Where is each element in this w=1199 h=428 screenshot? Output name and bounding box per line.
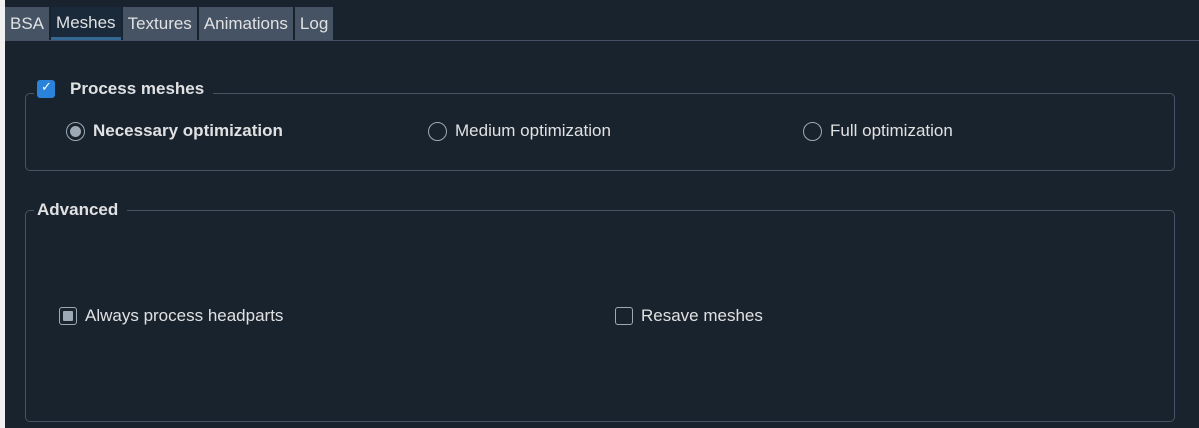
- process-meshes-group: Necessary optimization Medium optimizati…: [25, 93, 1175, 171]
- meshes-tab-pane: Necessary optimization Medium optimizati…: [5, 40, 1199, 428]
- radio-indicator: [428, 121, 447, 141]
- process-meshes-checkbox[interactable]: Process meshes: [34, 78, 214, 100]
- radio-indicator: [803, 121, 822, 141]
- tab-textures[interactable]: Textures: [122, 7, 197, 40]
- process-meshes-check-indicator: [37, 79, 55, 98]
- medium-optimization-radio[interactable]: Medium optimization: [428, 121, 611, 141]
- process-meshes-label: Process meshes: [70, 79, 205, 98]
- always-process-headparts-checkbox[interactable]: Always process headparts: [59, 306, 283, 326]
- necessary-optimization-radio[interactable]: Necessary optimization: [66, 121, 283, 141]
- tab-animations[interactable]: Animations: [198, 7, 293, 40]
- tab-bsa[interactable]: BSA: [5, 7, 50, 40]
- headparts-check-indicator: [59, 307, 77, 325]
- advanced-group: Always process headparts Resave meshes: [25, 210, 1175, 422]
- advanced-group-title: Advanced: [34, 199, 128, 221]
- resave-meshes-checkbox[interactable]: Resave meshes: [615, 306, 763, 326]
- tab-meshes[interactable]: Meshes: [51, 7, 121, 40]
- radio-selected-indicator: [66, 121, 85, 141]
- tab-bar: BSA Meshes Textures Animations Log: [5, 4, 335, 40]
- tab-log[interactable]: Log: [294, 7, 334, 40]
- resave-check-indicator: [615, 307, 633, 325]
- full-optimization-radio[interactable]: Full optimization: [803, 121, 953, 141]
